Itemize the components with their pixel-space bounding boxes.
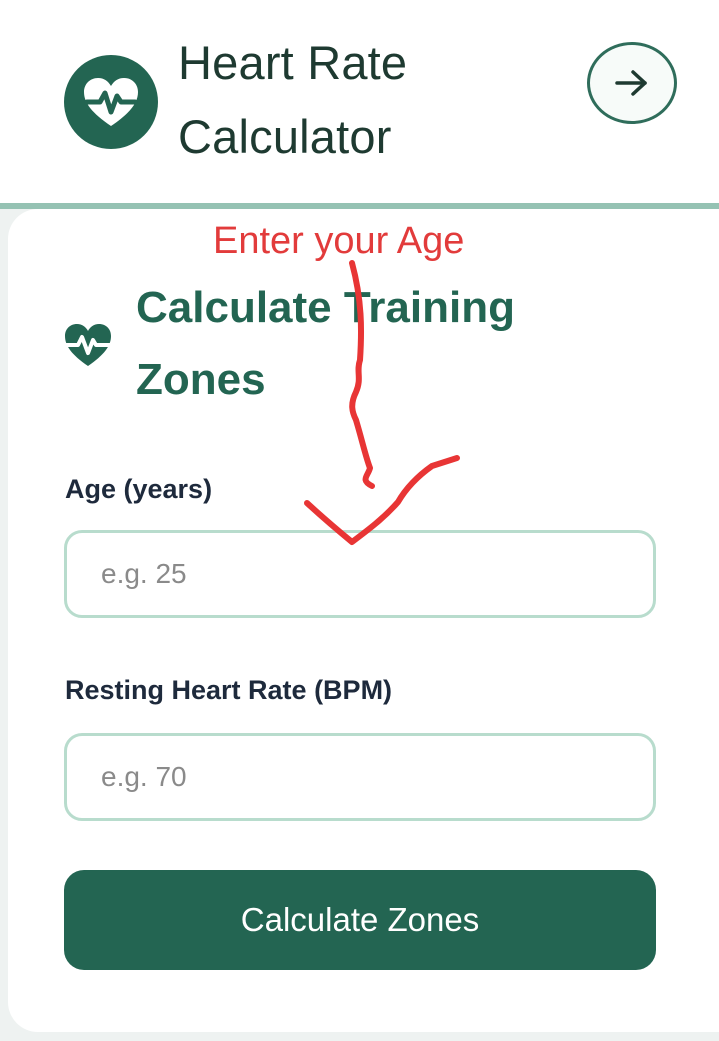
app-title: Heart Rate Calculator xyxy=(178,36,408,163)
age-input[interactable] xyxy=(64,530,656,618)
next-button[interactable] xyxy=(587,42,677,124)
heart-pulse-icon xyxy=(84,78,138,126)
heart-pulse-icon xyxy=(64,324,112,366)
resting-heart-rate-label: Resting Heart Rate (BPM) xyxy=(65,675,393,705)
section-title: Calculate Training Zones xyxy=(136,283,515,404)
age-label: Age (years) xyxy=(65,474,213,504)
calculate-zones-button[interactable]: Calculate Zones xyxy=(64,870,656,970)
app-logo xyxy=(64,55,158,149)
arrow-right-icon xyxy=(615,70,647,96)
annotation-text: Enter your Age xyxy=(213,220,465,262)
resting-heart-rate-input[interactable] xyxy=(64,733,656,821)
app-header: Heart Rate Calculator xyxy=(0,0,719,203)
